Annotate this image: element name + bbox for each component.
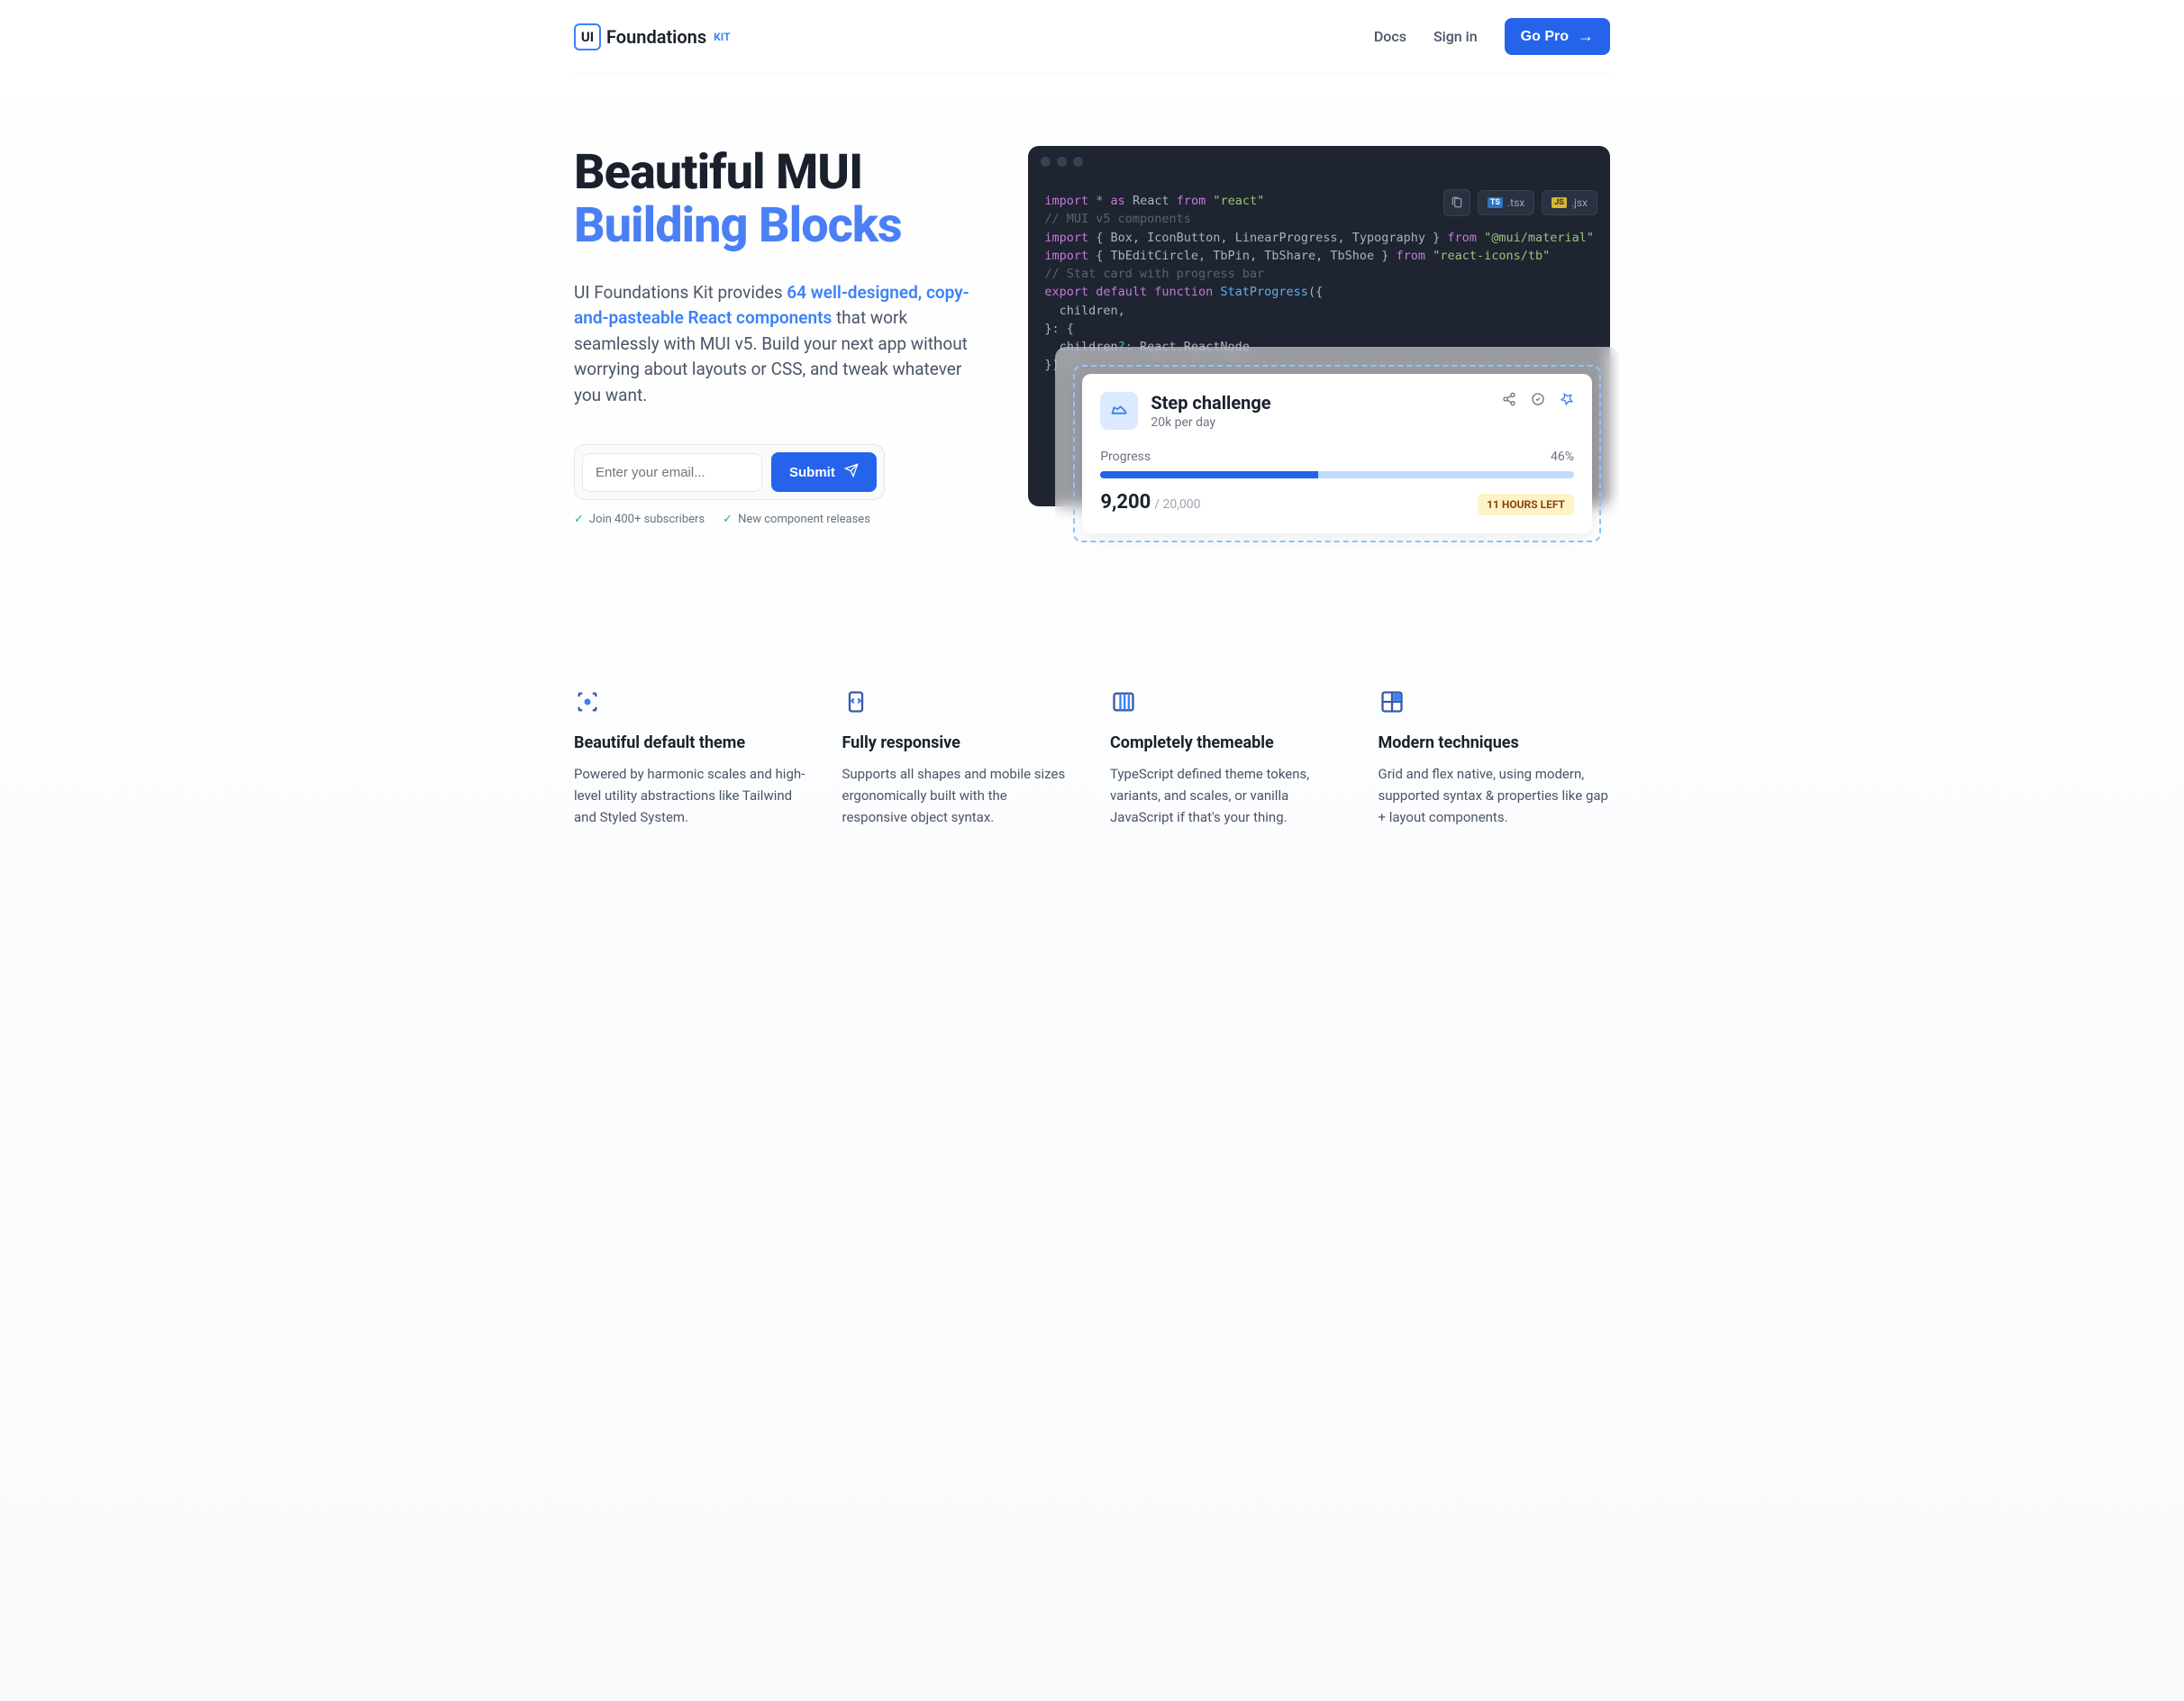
hero-title: Beautiful MUI Building Blocks: [574, 146, 983, 253]
stat-card-preview: Step challenge 20k per day: [1055, 347, 1619, 560]
email-form: Submit: [574, 444, 885, 500]
go-pro-label: Go Pro: [1521, 29, 1569, 45]
layout-icon: [1110, 688, 1137, 715]
progress-value: 46%: [1551, 450, 1574, 464]
go-pro-button[interactable]: Go Pro →: [1505, 18, 1610, 55]
card-actions: [1502, 392, 1574, 410]
window-bar: [1028, 146, 1610, 177]
logo-icon: UI: [574, 23, 601, 50]
card-header-left: Step challenge 20k per day: [1100, 392, 1270, 430]
meta-subscribers: ✓Join 400+ subscribers: [574, 513, 705, 526]
feature-desc: Supports all shapes and mobile sizes erg…: [842, 763, 1075, 828]
feature-desc: TypeScript defined theme tokens, variant…: [1110, 763, 1342, 828]
hero-title-line2: Building Blocks: [574, 197, 902, 254]
grid-icon: [1379, 688, 1406, 715]
header: UI Foundations KIT Docs Sign in Go Pro →: [574, 0, 1610, 74]
submit-button[interactable]: Submit: [771, 452, 877, 492]
time-left-badge: 11 HOURS LEFT: [1478, 494, 1574, 515]
feature-desc: Grid and flex native, using modern, supp…: [1379, 763, 1611, 828]
nav-docs[interactable]: Docs: [1374, 28, 1406, 45]
hero-left: Beautiful MUI Building Blocks UI Foundat…: [574, 146, 983, 526]
card-subtitle: 20k per day: [1151, 415, 1270, 430]
card-header: Step challenge 20k per day: [1100, 392, 1574, 430]
nav-signin[interactable]: Sign in: [1433, 28, 1478, 45]
logo-kit: KIT: [714, 31, 730, 43]
card-footer: 9,200 / 20,000 11 HOURS LEFT: [1100, 491, 1574, 515]
ts-badge-icon: TS: [1488, 197, 1503, 208]
jsx-toggle[interactable]: JS .jsx: [1542, 190, 1597, 215]
send-icon: [844, 463, 859, 481]
pin-icon[interactable]: [1560, 392, 1574, 410]
copy-button[interactable]: [1443, 189, 1470, 216]
progress-bar: [1100, 471, 1574, 478]
count-current: 9,200: [1100, 491, 1151, 514]
scan-icon: [574, 688, 601, 715]
email-input[interactable]: [582, 453, 762, 492]
progress-row: Progress 46%: [1100, 450, 1574, 464]
check-icon: ✓: [723, 513, 733, 526]
code-toolbar: TS .tsx JS .jsx: [1443, 189, 1597, 216]
meta-releases: ✓New component releases: [723, 513, 870, 526]
feature-modern: Modern techniques Grid and flex native, …: [1379, 688, 1611, 828]
card-title: Step challenge: [1151, 392, 1270, 414]
edit-icon[interactable]: [1531, 392, 1545, 410]
feature-title: Beautiful default theme: [574, 733, 806, 752]
window-dot-icon: [1057, 157, 1067, 167]
features: Beautiful default theme Powered by harmo…: [574, 580, 1610, 882]
feature-title: Fully responsive: [842, 733, 1075, 752]
window-dot-icon: [1041, 157, 1051, 167]
shoe-icon: [1100, 392, 1138, 430]
feature-theme: Beautiful default theme Powered by harmo…: [574, 688, 806, 828]
arrow-right-icon: →: [1578, 27, 1594, 46]
feature-title: Modern techniques: [1379, 733, 1611, 752]
subscribe-meta: ✓Join 400+ subscribers ✓New component re…: [574, 513, 983, 526]
feature-responsive: Fully responsive Supports all shapes and…: [842, 688, 1075, 828]
submit-label: Submit: [789, 465, 835, 480]
feature-title: Completely themeable: [1110, 733, 1342, 752]
hero-title-line1: Beautiful MUI: [574, 144, 862, 201]
count-total: / 20,000: [1154, 497, 1200, 512]
progress-label: Progress: [1100, 450, 1151, 464]
stat-card: Step challenge 20k per day: [1082, 374, 1592, 533]
hero: Beautiful MUI Building Blocks UI Foundat…: [574, 74, 1610, 580]
clipboard-icon: [1451, 196, 1463, 209]
logo[interactable]: UI Foundations KIT: [574, 23, 731, 50]
feature-desc: Powered by harmonic scales and high-leve…: [574, 763, 806, 828]
stat-card-dashed: Step challenge 20k per day: [1073, 365, 1601, 542]
feature-themeable: Completely themeable TypeScript defined …: [1110, 688, 1342, 828]
progress-fill: [1100, 471, 1318, 478]
hero-description: UI Foundations Kit provides 64 well-desi…: [574, 280, 983, 409]
tsx-toggle[interactable]: TS .tsx: [1478, 190, 1534, 215]
share-icon[interactable]: [1502, 392, 1516, 410]
nav: Docs Sign in Go Pro →: [1374, 18, 1610, 55]
window-dot-icon: [1073, 157, 1083, 167]
phone-icon: [842, 688, 869, 715]
code-panel: TS .tsx JS .jsx import * as React from "…: [1028, 146, 1610, 506]
js-badge-icon: JS: [1552, 197, 1567, 208]
check-icon: ✓: [574, 513, 584, 526]
logo-text: Foundations: [606, 26, 706, 48]
